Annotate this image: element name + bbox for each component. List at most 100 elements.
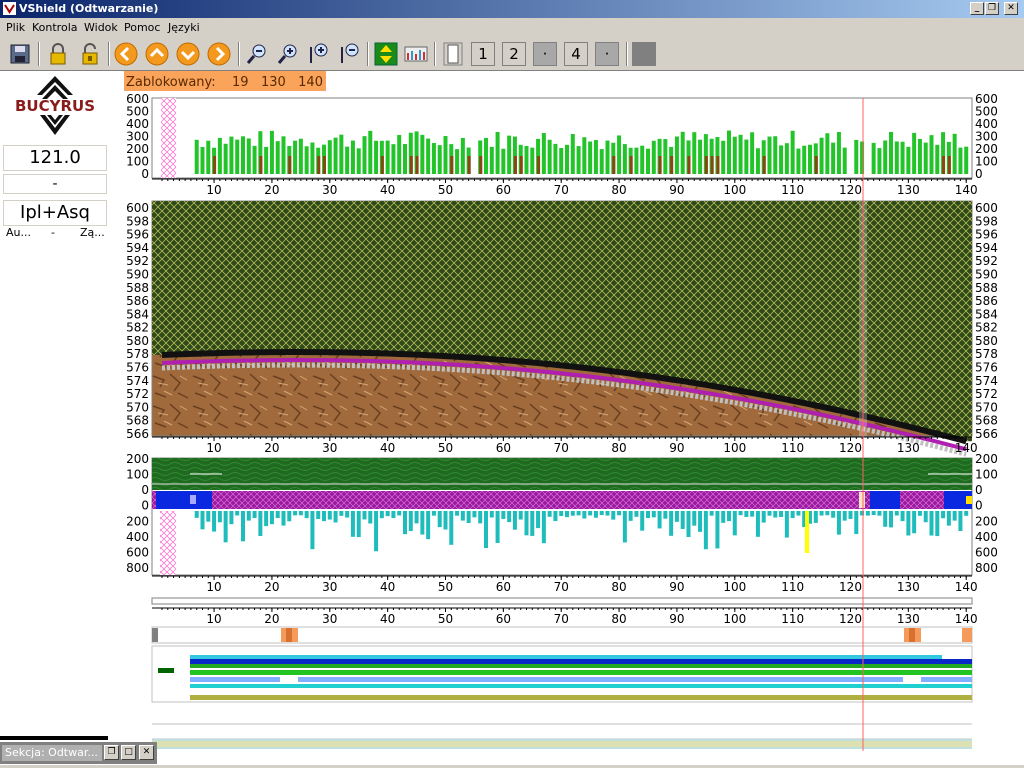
arrow-right-icon[interactable]	[206, 41, 232, 67]
x-tick-label: 10	[206, 183, 221, 197]
section-window-title[interactable]: Sekcja: Odtwar...	[2, 745, 102, 761]
top-bar	[356, 148, 361, 174]
toolbar-separator	[238, 42, 240, 66]
section-maximize-button[interactable]: □	[121, 745, 136, 760]
menu-widok[interactable]: Widok	[84, 21, 118, 34]
sync-icon[interactable]	[373, 41, 399, 67]
top-bar	[530, 147, 535, 174]
cyan-bar	[194, 511, 199, 518]
top-bar	[553, 143, 558, 174]
top-bar	[889, 131, 893, 174]
menu-kontrola[interactable]: Kontrola	[32, 21, 78, 34]
top-bar	[437, 145, 442, 174]
top-bar	[923, 142, 928, 174]
x-tick-label: 10	[206, 612, 221, 626]
zoom-out-horizontal-icon[interactable]	[244, 41, 270, 67]
arrow-down-icon[interactable]	[175, 41, 201, 67]
menu-jezyki[interactable]: Języki	[168, 21, 200, 34]
arrow-up-icon[interactable]	[144, 41, 170, 67]
cyan-bar	[877, 511, 882, 516]
menu-plik[interactable]: Plik	[6, 21, 25, 34]
top-bar	[738, 134, 743, 174]
top-bar	[397, 134, 402, 174]
menu-pomoc[interactable]: Pomoc	[124, 21, 160, 34]
cyan-bar	[431, 511, 436, 516]
cyan-bar	[547, 511, 552, 517]
top-bar	[194, 139, 199, 174]
section-close-button[interactable]: ✕	[139, 745, 154, 760]
status-green	[190, 664, 972, 668]
arrow-left-icon[interactable]	[113, 41, 139, 67]
y-tick-label: 100	[975, 468, 998, 482]
save-icon[interactable]	[7, 41, 33, 67]
top-bar	[727, 130, 731, 174]
selection-block	[859, 492, 865, 508]
x-tick-label: 110	[781, 183, 804, 197]
top-bar	[593, 140, 598, 174]
page-1-button[interactable]: 1	[471, 42, 495, 66]
cyan-bar	[530, 511, 535, 536]
x-tick-label: 110	[781, 612, 804, 626]
chart-view-icon[interactable]	[403, 41, 429, 67]
cyan-bar	[391, 511, 396, 519]
top-bar	[484, 137, 488, 174]
zoom-out-vertical-icon[interactable]	[336, 41, 362, 67]
x-tick-label: 130	[897, 441, 920, 455]
top-bar	[420, 134, 425, 174]
lock-icon[interactable]	[45, 41, 71, 67]
top-bar	[767, 136, 772, 174]
x-tick-label: 40	[380, 441, 395, 455]
top-bar-brown	[513, 156, 517, 174]
x-axis-1: 10 20 30 40 50 60 70 80 90 100 110 120 130 140	[152, 178, 978, 197]
close-button[interactable]: ✕	[1004, 2, 1018, 15]
top-bar	[495, 131, 500, 174]
top-bar-brown	[814, 156, 818, 174]
page-6-button[interactable]	[632, 42, 656, 66]
section-restore-button[interactable]: ❐	[104, 745, 119, 760]
zoom-in-horizontal-icon[interactable]	[275, 41, 301, 67]
y-tick-label: 0	[141, 499, 149, 513]
page-view-icon[interactable]	[440, 41, 466, 67]
cyan-bar	[732, 511, 737, 536]
minimize-button[interactable]: _	[970, 2, 984, 15]
top-bar	[333, 137, 338, 174]
cyan-bar	[316, 511, 321, 520]
y-tick-label: 586	[126, 294, 149, 308]
top-bar	[345, 146, 350, 174]
cyan-bar	[582, 511, 587, 519]
top-bar-brown	[519, 156, 523, 174]
horizontal-scrollbar[interactable]	[151, 597, 973, 605]
zoom-in-vertical-icon[interactable]	[305, 41, 331, 67]
y-tick-label: 600	[126, 201, 149, 215]
yellow-bar	[805, 511, 809, 553]
unlock-icon[interactable]	[77, 41, 103, 67]
cyan-bar	[281, 511, 286, 526]
y-tick-label: 572	[975, 387, 998, 401]
cyan-bar	[871, 511, 876, 516]
top-bar	[894, 141, 899, 174]
cyan-bar	[906, 511, 911, 536]
top-bar	[605, 140, 610, 174]
page-2-button[interactable]: 2	[502, 42, 526, 66]
cyan-bar	[333, 511, 338, 523]
top-bar	[877, 148, 882, 174]
x-tick-label: 30	[322, 441, 337, 455]
cyan-bar	[229, 511, 234, 525]
cyan-bar	[588, 511, 593, 516]
restore-button[interactable]: ❐	[985, 2, 999, 15]
y-tick-label: 574	[126, 374, 149, 388]
y-tick-label: 592	[126, 254, 149, 268]
title-bar: VShield (Odtwarzanie) _ ❐ ✕	[0, 0, 1024, 18]
page-4-button[interactable]: 4	[564, 42, 588, 66]
page-3-button[interactable]: ·	[533, 42, 557, 66]
cyan-bar	[443, 511, 448, 530]
status-olive	[190, 695, 972, 700]
yellow-block	[966, 496, 972, 504]
top-bar-brown	[658, 156, 662, 174]
cyan-bar	[721, 511, 726, 523]
top-bar	[547, 139, 552, 174]
main-area: Zablokowany: 19 130 140 600 500 400 300 200 1…	[110, 71, 1024, 765]
cyan-bar	[350, 511, 355, 537]
top-bar	[906, 146, 911, 174]
page-5-button[interactable]: ·	[595, 42, 619, 66]
